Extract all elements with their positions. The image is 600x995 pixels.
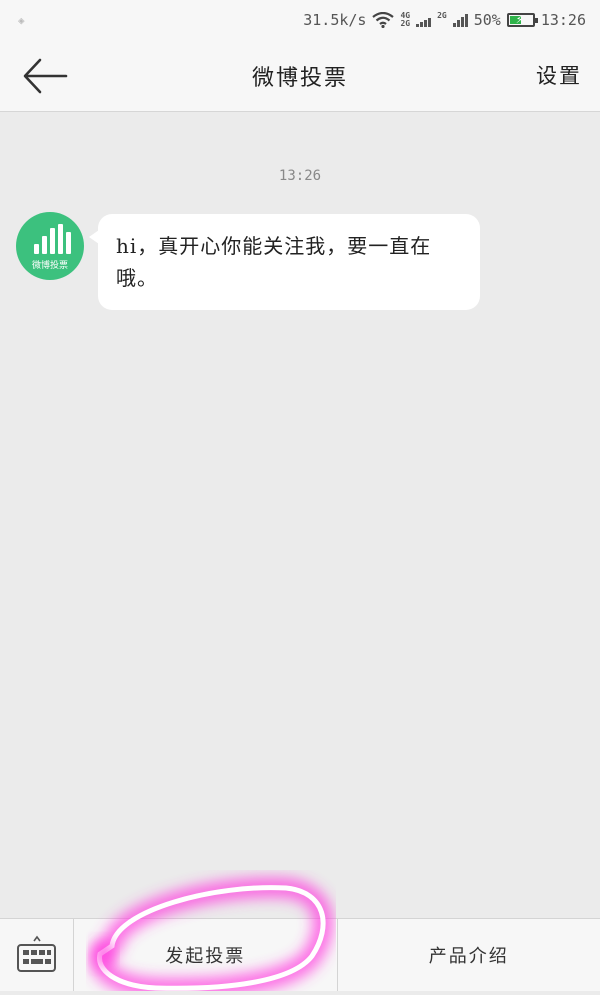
menu-product-intro[interactable]: 产品介绍: [337, 919, 600, 991]
message-timestamp: 13:26: [0, 168, 600, 184]
status-right: 31.5k/s 4G 2G 2G 50% ⚡ 13:26: [303, 11, 586, 29]
status-time: 13:26: [541, 11, 586, 29]
menu-product-intro-label: 产品介绍: [429, 942, 509, 968]
network-speed: 31.5k/s: [303, 11, 366, 29]
battery-icon: ⚡: [507, 13, 535, 27]
menu-start-vote[interactable]: 发起投票: [74, 919, 337, 991]
avatar-label: 微博投票: [16, 258, 84, 271]
chat-area[interactable]: 13:26 微博投票 hi，真开心你能关注我，要一直在哦。: [0, 112, 600, 918]
message-bubble[interactable]: hi，真开心你能关注我，要一直在哦。: [98, 214, 480, 310]
bottom-menu-bar: 发起投票 产品介绍: [0, 918, 600, 991]
network-badge-4g-bottom: 2G: [400, 20, 410, 28]
status-left: ◈: [14, 10, 54, 30]
keyboard-icon: [0, 919, 74, 991]
signal-bars-icon-1: [416, 13, 431, 27]
menu-start-vote-label: 发起投票: [165, 942, 245, 968]
signal-bars-icon-2: [453, 13, 468, 27]
header-bar: 微博投票 设置: [0, 40, 600, 112]
network-badge-4g: 4G 2G: [400, 12, 410, 28]
status-bar: ◈ 31.5k/s 4G 2G 2G 50% ⚡ 13:26: [0, 0, 600, 40]
message-text: hi，真开心你能关注我，要一直在哦。: [116, 234, 431, 290]
bar-chart-icon: [34, 224, 71, 254]
wifi-icon: [372, 12, 394, 28]
charging-bolt-icon: ⚡: [516, 12, 523, 26]
battery-percent: 50%: [474, 11, 501, 29]
page-title: 微博投票: [0, 60, 600, 92]
keyboard-toggle-button[interactable]: [0, 919, 74, 991]
avatar[interactable]: 微博投票: [16, 212, 84, 280]
settings-button[interactable]: 设置: [536, 60, 582, 90]
notification-icon: ◈: [18, 14, 25, 27]
network-badge-2g: 2G: [437, 12, 447, 28]
